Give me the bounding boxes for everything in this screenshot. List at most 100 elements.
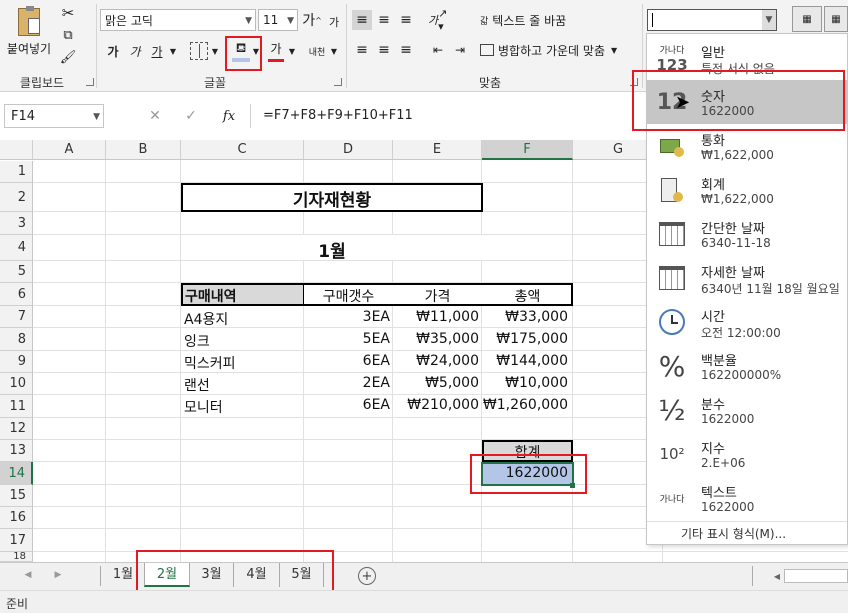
clipboard-launcher-icon[interactable]	[86, 78, 94, 86]
row-header[interactable]: 1	[0, 161, 33, 183]
font-size-combo[interactable]: 11 ▼	[258, 9, 298, 31]
align-top-icon[interactable]: ≡	[352, 10, 372, 30]
italic-button[interactable]: 가	[126, 40, 144, 62]
align-bottom-icon[interactable]: ≡	[396, 10, 416, 30]
col-header-a[interactable]: A	[33, 140, 106, 160]
col-header-d[interactable]: D	[304, 140, 393, 160]
select-all-corner[interactable]	[0, 140, 33, 160]
align-middle-icon[interactable]: ≡	[374, 10, 394, 30]
phonetic-button[interactable]: 내천	[306, 40, 328, 62]
format-percent-item[interactable]: % 백분율 162200000%	[647, 344, 847, 388]
formula-text: =F7+F8+F9+F10+F11	[263, 108, 413, 123]
row-header[interactable]: 12	[0, 418, 33, 440]
font-color-dropdown-icon[interactable]: ▼	[288, 40, 296, 62]
row-header[interactable]: 7	[0, 306, 33, 328]
align-left-icon[interactable]: ≡	[352, 40, 372, 60]
item-name: 잉크	[184, 334, 210, 350]
format-fraction-item[interactable]: ½ 분수 1622000	[647, 388, 847, 432]
format-text-item[interactable]: 가나다 텍스트 1622000	[647, 476, 847, 520]
format-scientific-item[interactable]: 10² 지수 2.E+06	[647, 432, 847, 476]
underline-button[interactable]: 가	[148, 40, 166, 62]
insert-function-icon[interactable]: fx	[218, 106, 240, 126]
grow-font-button[interactable]: 가 ^	[302, 9, 322, 31]
col-header-f[interactable]: F	[482, 140, 573, 160]
cut-icon[interactable]: ✂	[58, 4, 78, 22]
border-icon[interactable]	[190, 42, 208, 60]
row-header[interactable]: 2	[0, 183, 33, 212]
row-header[interactable]: 5	[0, 261, 33, 283]
tab-scroll-left-icon[interactable]: ◀	[22, 567, 34, 583]
row-header[interactable]: 17	[0, 529, 33, 552]
phonetic-dropdown-icon[interactable]: ▼	[330, 40, 338, 62]
conditional-format-icon[interactable]: ▦	[792, 6, 822, 32]
number-format-combo[interactable]: ▼	[647, 9, 777, 31]
copy-icon[interactable]: ⧉	[58, 26, 78, 44]
row-header[interactable]: 14	[0, 462, 33, 485]
status-bar: 준비	[0, 590, 848, 613]
align-center-icon[interactable]: ≡	[374, 40, 394, 60]
font-name-combo[interactable]: 맑은 고딕 ▼	[100, 9, 256, 31]
item-name: 랜선	[184, 378, 210, 394]
align-right-icon[interactable]: ≡	[396, 40, 416, 60]
merge-center-button[interactable]: 병합하고 가운데 맞춤 ▼	[480, 40, 636, 60]
row-header[interactable]: 11	[0, 395, 33, 418]
bold-button[interactable]: 가	[104, 40, 122, 62]
border-dropdown-icon[interactable]: ▼	[210, 40, 220, 62]
shrink-font-button[interactable]: 가	[324, 11, 344, 33]
row-header[interactable]: 8	[0, 328, 33, 351]
merge-center-label: 병합하고 가운데 맞춤	[498, 43, 605, 58]
format-accounting-item[interactable]: 회계 ₩1,622,000	[647, 168, 847, 212]
col-header-b[interactable]: B	[106, 140, 181, 160]
hscroll-left-icon[interactable]: ◀	[772, 569, 782, 583]
fraction-glyph: ½	[658, 393, 686, 427]
decrease-indent-icon[interactable]: ⇤	[428, 40, 448, 60]
row-header[interactable]: 18	[0, 552, 33, 562]
col-header-e[interactable]: E	[393, 140, 482, 160]
orientation-label: 가	[428, 14, 439, 27]
add-sheet-icon[interactable]: +	[358, 567, 376, 585]
name-box[interactable]: F14 ▼	[4, 104, 104, 128]
enter-icon[interactable]: ✓	[182, 106, 200, 126]
format-long-date-item[interactable]: 자세한 날짜 6340년 11월 18일 월요일	[647, 256, 847, 300]
wrap-text-button[interactable]: 갋 텍스트 줄 바꿈	[480, 10, 590, 30]
item-name: 모니터	[184, 400, 223, 416]
row-header[interactable]: 16	[0, 507, 33, 529]
menu-item-title: 지수	[701, 442, 725, 457]
item-total: ₩175,000	[496, 331, 568, 347]
row-header[interactable]: 9	[0, 351, 33, 373]
format-time-item[interactable]: 시간 오전 12:00:00	[647, 300, 847, 344]
menu-item-sample: 1622000	[701, 412, 755, 426]
month-label: 1월	[318, 242, 346, 262]
item-name: A4용지	[184, 312, 229, 328]
menu-item-sample: 1622000	[701, 500, 755, 514]
item-qty: 6EA	[362, 353, 390, 369]
tab-scroll-right-icon[interactable]: ▶	[52, 567, 64, 583]
underline-dropdown-icon[interactable]: ▼	[168, 40, 178, 62]
font-color-swatch	[268, 59, 284, 62]
horizontal-scrollbar[interactable]	[784, 569, 848, 583]
item-name: 믹스커피	[184, 356, 236, 372]
col-header-c[interactable]: C	[181, 140, 304, 160]
clock-icon	[655, 306, 689, 338]
wrap-text-label: 텍스트 줄 바꿈	[492, 13, 567, 28]
format-short-date-item[interactable]: 간단한 날짜 6340-11-18	[647, 212, 847, 256]
row-header[interactable]: 4	[0, 235, 33, 261]
orientation-button[interactable]: 가 ↗ ▾	[428, 7, 456, 33]
cancel-icon[interactable]: ✕	[146, 106, 164, 126]
more-number-formats-link[interactable]: 기타 표시 형식(M)...	[681, 525, 786, 542]
font-color-button[interactable]: 가	[266, 40, 286, 64]
row-header[interactable]: 15	[0, 485, 33, 507]
font-size-value: 11	[263, 13, 279, 27]
font-launcher-icon[interactable]	[334, 78, 342, 86]
row-header[interactable]: 3	[0, 212, 33, 235]
row-header[interactable]: 10	[0, 373, 33, 395]
paste-button[interactable]: 붙여넣기	[4, 4, 54, 60]
row-header[interactable]: 13	[0, 440, 33, 462]
row-header[interactable]: 6	[0, 283, 33, 306]
table-format-icon[interactable]: ▦	[824, 6, 848, 32]
chevron-down-icon: ▼	[245, 16, 252, 26]
increase-indent-icon[interactable]: ⇥	[450, 40, 470, 60]
format-painter-icon[interactable]: 🖌	[58, 48, 78, 66]
bold-label: 가	[107, 44, 119, 59]
chevron-down-icon: ▼	[93, 112, 100, 122]
